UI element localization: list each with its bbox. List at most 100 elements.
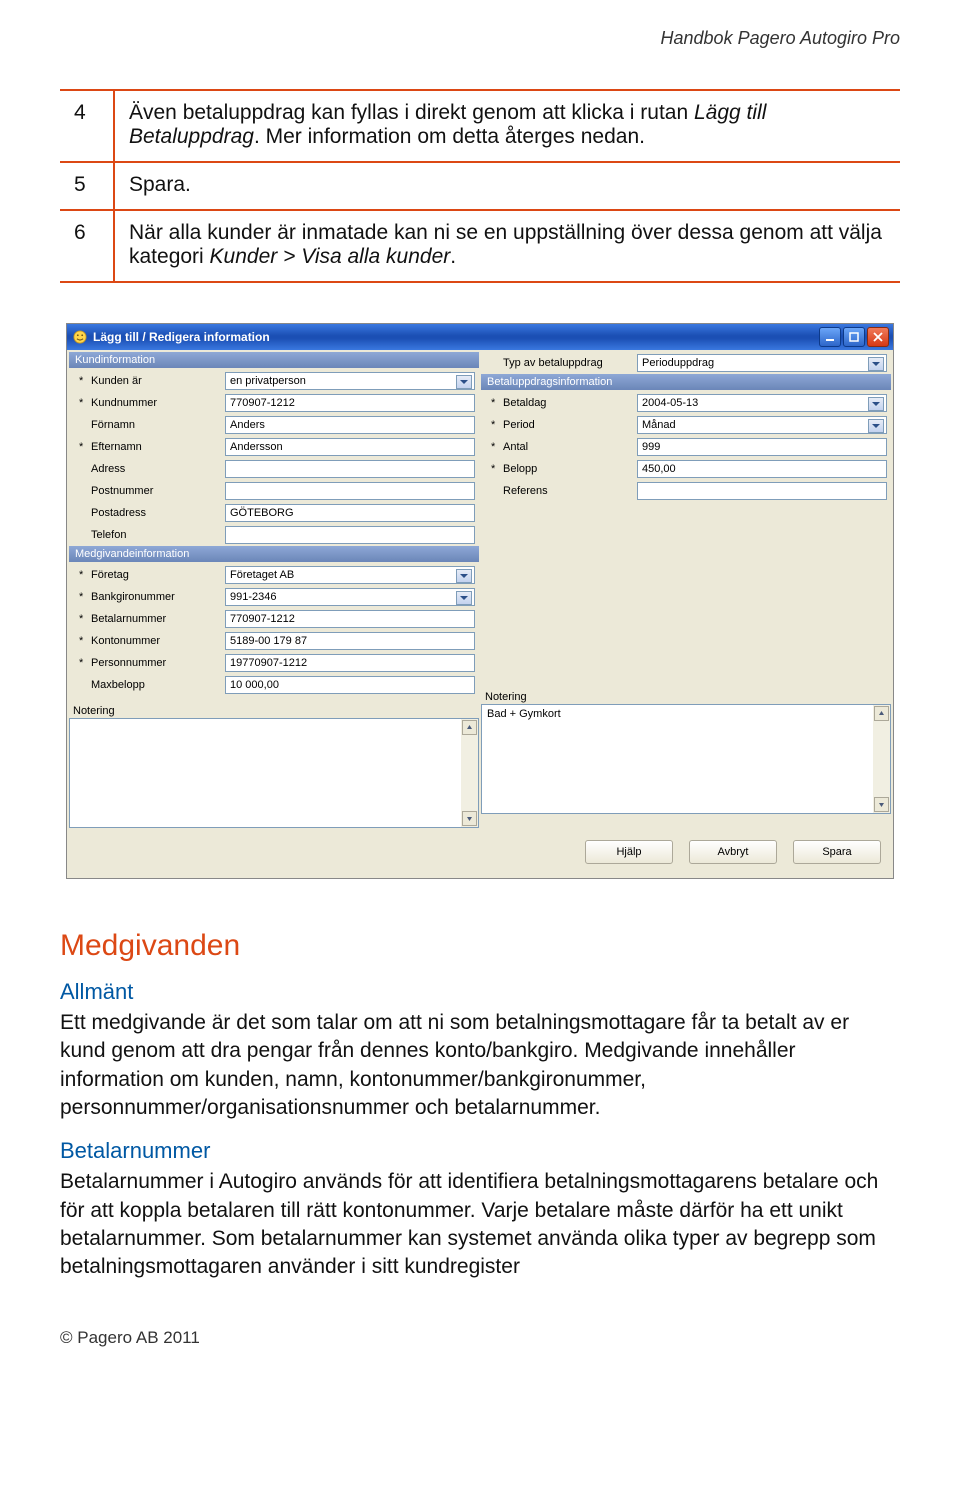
- scrollbar[interactable]: [461, 719, 478, 827]
- combo-field[interactable]: en privatperson: [225, 372, 475, 390]
- minimize-button[interactable]: [819, 327, 841, 347]
- section-head-betaluppdrag: Betaluppdragsinformation: [481, 374, 891, 390]
- cancel-button[interactable]: Avbryt: [689, 840, 777, 864]
- medgivande-row: *Kontonummer 5189-00 179 87: [69, 630, 479, 652]
- input-field[interactable]: [225, 460, 475, 478]
- field-label: *Företag: [79, 569, 219, 581]
- save-button[interactable]: Spara: [793, 840, 881, 864]
- medgivande-row: Maxbelopp 10 000,00: [69, 674, 479, 696]
- subheading-betalarnummer: Betalarnummer: [60, 1138, 900, 1164]
- field-label: *Betaldag: [491, 397, 631, 409]
- app-icon: [73, 330, 87, 344]
- input-field[interactable]: 450,00: [637, 460, 887, 478]
- steps-table: 4 Även betaluppdrag kan fyllas i direkt …: [60, 89, 900, 283]
- page-header: Handbok Pagero Autogiro Pro: [60, 0, 900, 89]
- chevron-down-icon: [872, 362, 880, 366]
- step-row: 4 Även betaluppdrag kan fyllas i direkt …: [60, 90, 900, 162]
- notering-label-left: Notering: [69, 704, 479, 718]
- chevron-down-icon: [460, 574, 468, 578]
- input-field[interactable]: Andersson: [225, 438, 475, 456]
- input-field[interactable]: 770907-1212: [225, 394, 475, 412]
- field-label: Förnamn: [79, 419, 219, 431]
- betaluppdrag-row: *Betaldag 2004-05-13: [481, 392, 891, 414]
- combo-typ-betaluppdrag[interactable]: Perioduppdrag: [637, 354, 887, 372]
- field-label: *Belopp: [491, 463, 631, 475]
- field-label: *Betalarnummer: [79, 613, 219, 625]
- paragraph-betalarnummer: Betalarnummer i Autogiro används för att…: [60, 1168, 900, 1281]
- medgivande-row: *Personnummer 19770907-1212: [69, 652, 479, 674]
- kundinfo-row: Postadress GÖTEBORG: [69, 502, 479, 524]
- combo-field[interactable]: Månad: [637, 416, 887, 434]
- scroll-down-icon[interactable]: [462, 811, 477, 826]
- scroll-up-icon[interactable]: [462, 720, 477, 735]
- dialog-titlebar[interactable]: Lägg till / Redigera information: [67, 324, 893, 350]
- field-label: *Kunden är: [79, 375, 219, 387]
- dialog-title: Lägg till / Redigera information: [73, 330, 819, 344]
- field-label: Typ av betaluppdrag: [491, 357, 631, 369]
- betaluppdrag-row: *Period Månad: [481, 414, 891, 436]
- step-num: 6: [60, 210, 114, 282]
- kundinfo-row: Telefon: [69, 524, 479, 546]
- field-label: *Period: [491, 419, 631, 431]
- kundinfo-row: Postnummer: [69, 480, 479, 502]
- scroll-down-icon[interactable]: [874, 797, 889, 812]
- field-label: Referens: [491, 485, 631, 497]
- input-field[interactable]: 19770907-1212: [225, 654, 475, 672]
- page-footer: © Pagero AB 2011: [60, 1328, 900, 1348]
- medgivande-row: *Bankgironummer 991-2346: [69, 586, 479, 608]
- input-field[interactable]: 5189-00 179 87: [225, 632, 475, 650]
- section-head-medgivande: Medgivandeinformation: [69, 546, 479, 562]
- betaluppdrag-row: Referens: [481, 480, 891, 502]
- step-text: Spara.: [114, 162, 900, 210]
- step-num: 5: [60, 162, 114, 210]
- heading-medgivanden: Medgivanden: [60, 929, 900, 963]
- step-num: 4: [60, 90, 114, 162]
- close-button[interactable]: [867, 327, 889, 347]
- combo-field[interactable]: Företaget AB: [225, 566, 475, 584]
- dialog-title-text: Lägg till / Redigera information: [93, 330, 270, 344]
- help-button[interactable]: Hjälp: [585, 840, 673, 864]
- medgivande-row: *Företag Företaget AB: [69, 564, 479, 586]
- scroll-up-icon[interactable]: [874, 706, 889, 721]
- input-field[interactable]: 770907-1212: [225, 610, 475, 628]
- input-field[interactable]: 10 000,00: [225, 676, 475, 694]
- input-field[interactable]: 999: [637, 438, 887, 456]
- field-label: Maxbelopp: [79, 679, 219, 691]
- subheading-allmant: Allmänt: [60, 979, 900, 1005]
- right-column: Typ av betaluppdrag Perioduppdrag Betalu…: [481, 352, 891, 828]
- kundinfo-row: *Kundnummer 770907-1212: [69, 392, 479, 414]
- kundinfo-row: *EfternamnAndersson: [69, 436, 479, 458]
- input-field[interactable]: [637, 482, 887, 500]
- combo-field[interactable]: 991-2346: [225, 588, 475, 606]
- notering-textarea-left[interactable]: [69, 718, 479, 828]
- step-row: 6 När alla kunder är inmatade kan ni se …: [60, 210, 900, 282]
- chevron-down-icon: [872, 402, 880, 406]
- betaluppdrag-row: *Belopp 450,00: [481, 458, 891, 480]
- field-label: Postadress: [79, 507, 219, 519]
- left-column: Kundinformation *Kunden ären privatperso…: [69, 352, 479, 828]
- scrollbar[interactable]: [873, 705, 890, 813]
- chevron-down-icon: [460, 380, 468, 384]
- field-label: *Kontonummer: [79, 635, 219, 647]
- field-label: Telefon: [79, 529, 219, 541]
- field-label: Postnummer: [79, 485, 219, 497]
- combo-field[interactable]: 2004-05-13: [637, 394, 887, 412]
- field-label: *Personnummer: [79, 657, 219, 669]
- input-field[interactable]: [225, 526, 475, 544]
- input-field[interactable]: Anders: [225, 416, 475, 434]
- medgivande-row: *Betalarnummer 770907-1212: [69, 608, 479, 630]
- notering-textarea-right[interactable]: Bad + Gymkort: [481, 704, 891, 814]
- field-label: *Kundnummer: [79, 397, 219, 409]
- notering-label-right: Notering: [481, 690, 891, 704]
- maximize-button[interactable]: [843, 327, 865, 347]
- step-text: När alla kunder är inmatade kan ni se en…: [114, 210, 900, 282]
- input-field[interactable]: GÖTEBORG: [225, 504, 475, 522]
- field-label: Adress: [79, 463, 219, 475]
- step-text: Även betaluppdrag kan fyllas i direkt ge…: [114, 90, 900, 162]
- step-row: 5 Spara.: [60, 162, 900, 210]
- field-label: *Bankgironummer: [79, 591, 219, 603]
- betaluppdrag-row: *Antal999: [481, 436, 891, 458]
- input-field[interactable]: [225, 482, 475, 500]
- kundinfo-row: Förnamn Anders: [69, 414, 479, 436]
- kundinfo-row: Adress: [69, 458, 479, 480]
